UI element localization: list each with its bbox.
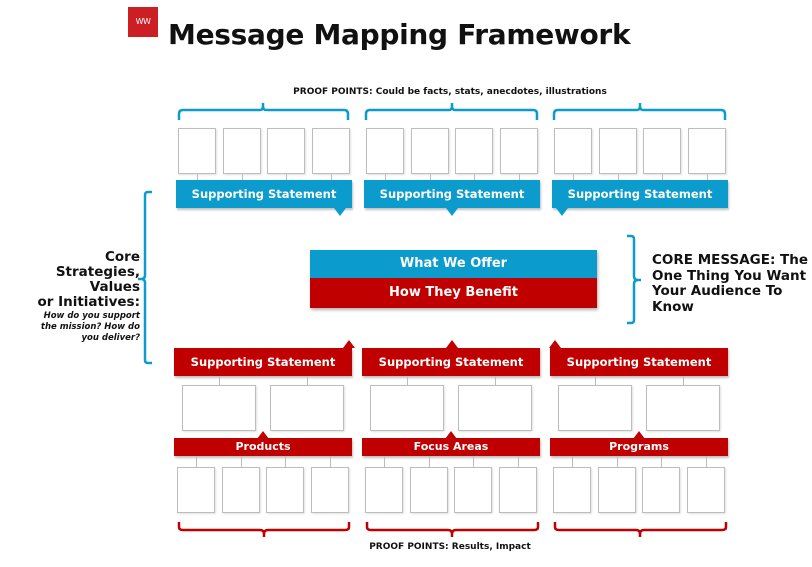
connector-line — [429, 456, 430, 467]
proof-point-box[interactable] — [366, 128, 404, 174]
left-label-line: or Initiatives: — [37, 294, 140, 310]
top-bracket-2 — [364, 103, 539, 120]
connector-line — [307, 376, 308, 385]
connector-line — [518, 456, 519, 467]
connector-line — [683, 376, 684, 385]
proof-points-bottom-label: PROOF POINTS: Results, Impact — [0, 542, 812, 552]
connector-line — [495, 376, 496, 385]
connector-line — [572, 456, 573, 467]
proof-point-box[interactable] — [500, 128, 538, 174]
category-bar[interactable]: Focus Areas — [362, 438, 540, 456]
core-message-box: What We Offer How They Benefit — [310, 250, 597, 308]
proof-point-box[interactable] — [688, 128, 726, 174]
pointer-up-icon — [446, 340, 458, 348]
proof-point-box[interactable] — [223, 128, 261, 174]
supporting-statement-bar[interactable]: Supporting Statement — [362, 348, 540, 376]
proof-point-box[interactable] — [499, 467, 537, 513]
what-we-offer-bar: What We Offer — [310, 250, 597, 278]
proof-point-box[interactable] — [410, 467, 448, 513]
right-label-line: Your Audience To — [652, 283, 783, 299]
category-bar[interactable]: Programs — [550, 438, 728, 456]
proof-point-box[interactable] — [687, 467, 725, 513]
connector-line — [219, 376, 220, 385]
left-sub-line: the mission? How do — [40, 322, 140, 332]
proof-point-box[interactable] — [365, 467, 403, 513]
connector-line — [384, 456, 385, 467]
detail-box[interactable] — [182, 385, 256, 431]
supporting-statement-bar[interactable]: Supporting Statement — [176, 180, 352, 208]
right-label-line: Know — [652, 298, 694, 315]
pointer-down-icon — [334, 208, 346, 216]
supporting-statement-bar[interactable]: Supporting Statement — [174, 348, 352, 376]
bottom-bracket-3 — [553, 522, 728, 537]
left-label-subtext: How do you support the mission? How do y… — [37, 311, 140, 344]
left-label-line: Values — [89, 279, 140, 295]
connector-line — [330, 456, 331, 467]
right-label-line: CORE MESSAGE: The — [652, 252, 809, 268]
top-brackets — [177, 103, 727, 120]
detail-box[interactable] — [458, 385, 532, 431]
proof-point-box[interactable] — [411, 128, 449, 174]
core-strategies-label: Core Strategies, Values or Initiatives: … — [37, 250, 140, 344]
left-sub-line: you deliver? — [81, 333, 141, 343]
proof-point-box[interactable] — [643, 128, 681, 174]
bottom-bracket-1 — [177, 522, 351, 537]
proof-point-box[interactable] — [178, 128, 216, 174]
supporting-statement-bar[interactable]: Supporting Statement — [552, 180, 728, 208]
proof-point-box[interactable] — [266, 467, 304, 513]
left-bracket — [138, 190, 152, 365]
proof-point-box[interactable] — [455, 128, 493, 174]
proof-point-box[interactable] — [599, 128, 637, 174]
detail-box[interactable] — [558, 385, 632, 431]
detail-box[interactable] — [646, 385, 720, 431]
connector-line — [407, 376, 408, 385]
connector-line — [285, 456, 286, 467]
bottom-bracket-2 — [365, 522, 540, 537]
proof-point-box[interactable] — [311, 467, 349, 513]
proof-points-bottom-text: PROOF POINTS: Results, Impact — [369, 542, 531, 552]
left-label-line: Core — [105, 249, 140, 265]
left-label-line: Strategies, — [55, 264, 140, 280]
proof-point-box[interactable] — [598, 467, 636, 513]
proof-point-box[interactable] — [554, 128, 592, 174]
proof-point-box[interactable] — [553, 467, 591, 513]
connector-line — [595, 376, 596, 385]
connector-line — [196, 456, 197, 467]
proof-point-box[interactable] — [177, 467, 215, 513]
proof-point-box[interactable] — [267, 128, 305, 174]
right-label-line: One Thing You Want — [652, 267, 807, 284]
connector-line — [241, 456, 242, 467]
category-bar[interactable]: Products — [174, 438, 352, 456]
proof-point-box[interactable] — [454, 467, 492, 513]
connector-line — [706, 456, 707, 467]
pointer-up-icon — [343, 340, 355, 348]
top-bracket-1 — [177, 103, 350, 120]
pointer-down-icon — [556, 208, 568, 216]
bottom-brackets — [177, 522, 728, 537]
connector-line — [661, 456, 662, 467]
pointer-up-icon — [549, 340, 561, 348]
detail-box[interactable] — [270, 385, 344, 431]
right-bracket — [627, 234, 641, 325]
connector-line — [617, 456, 618, 467]
how-they-benefit-bar: How They Benefit — [310, 278, 597, 308]
top-bracket-3 — [552, 103, 727, 120]
proof-point-box[interactable] — [222, 467, 260, 513]
proof-point-box[interactable] — [642, 467, 680, 513]
left-sub-line: How do you support — [43, 311, 140, 321]
proof-point-box[interactable] — [312, 128, 350, 174]
detail-box[interactable] — [370, 385, 444, 431]
pointer-down-icon — [446, 208, 458, 216]
supporting-statement-bar[interactable]: Supporting Statement — [550, 348, 728, 376]
core-message-label: CORE MESSAGE: The One Thing You Want You… — [652, 252, 809, 315]
supporting-statement-bar[interactable]: Supporting Statement — [364, 180, 540, 208]
connector-line — [473, 456, 474, 467]
